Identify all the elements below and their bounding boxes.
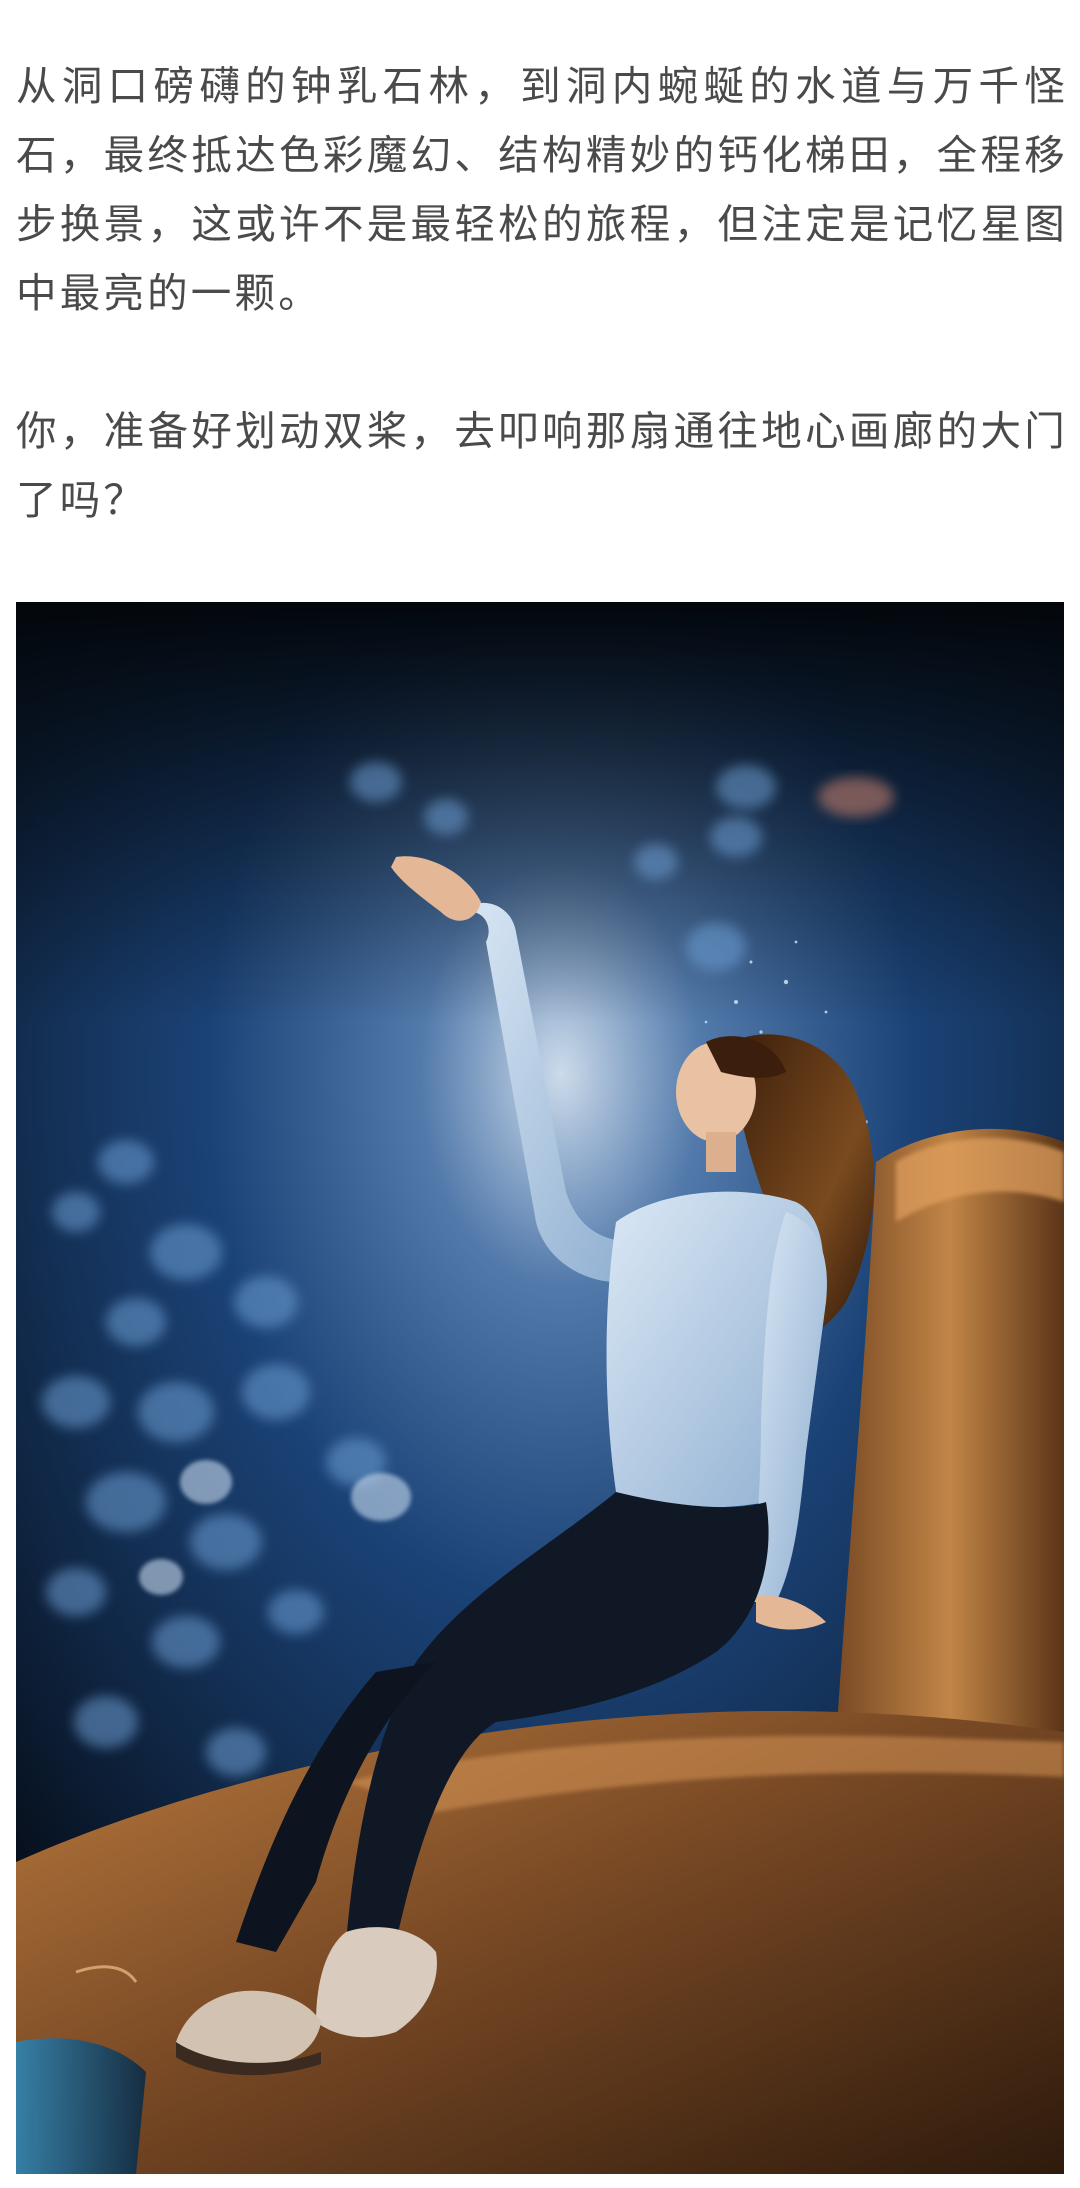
article-body: 从洞口磅礴的钟乳石林，到洞内蜿蜒的水道与万千怪石，最终抵达色彩魔幻、结构精妙的钙… [0,0,1080,2188]
cave-photo-illustration [16,602,1064,2174]
paragraph-1: 从洞口磅礴的钟乳石林，到洞内蜿蜒的水道与万千怪石，最终抵达色彩魔幻、结构精妙的钙… [16,62,1068,317]
cave-photo [16,602,1064,2174]
paragraph-2: 你，准备好划动双桨，去叩响那扇通往地心画廊的大门了吗？ [16,407,1068,524]
